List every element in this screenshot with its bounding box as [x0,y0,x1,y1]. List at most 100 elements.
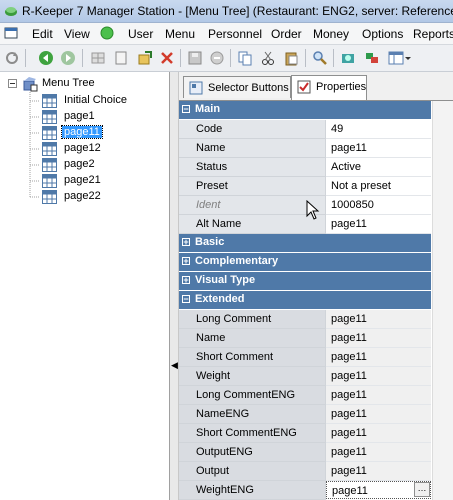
toolbar-separator [230,49,231,67]
property-row[interactable]: Alt Name page11 [179,215,431,234]
property-value[interactable]: Active [331,161,361,173]
tree-item-page12[interactable]: page12 [42,141,162,157]
cut-icon[interactable] [260,50,276,66]
property-value[interactable]: page11 [331,142,367,154]
property-row[interactable]: NameENG page11 [179,405,431,424]
property-name: Name [196,142,226,154]
tree-item-label: Initial Choice [64,94,127,106]
property-name: Preset [196,180,228,192]
tab-label: Properties [316,81,367,93]
category-basic[interactable]: + Basic [179,234,431,252]
expand-icon[interactable]: + [182,275,190,285]
property-value[interactable]: page11 [331,218,367,230]
cancel-icon[interactable] [209,50,225,66]
property-value[interactable]: Not a preset [331,180,391,192]
back-icon[interactable] [38,50,54,66]
property-value[interactable]: page11 [331,389,367,401]
menu-menu[interactable]: Menu [165,27,195,41]
category-complementary[interactable]: + Complementary [179,253,431,271]
property-row[interactable]: Name page11 [179,139,431,158]
property-row[interactable]: Long CommentENG page11 [179,386,431,405]
property-value[interactable]: page11 [331,446,367,458]
property-name: Code [196,123,223,135]
delete-icon[interactable] [159,50,175,66]
tree-item-initial-choice[interactable]: Initial Choice [42,93,162,109]
property-row[interactable]: OutputENG page11 [179,443,431,462]
dropdown-arrow-icon[interactable] [404,50,412,66]
menu-options[interactable]: Options [362,27,403,41]
property-value[interactable]: page11 [331,370,367,382]
forward-icon[interactable] [60,50,76,66]
property-name: NameENG [196,408,250,420]
property-value[interactable]: page11 [331,332,367,344]
status-green-icon[interactable] [100,26,114,40]
tree-item-page22[interactable]: page22 [42,189,162,205]
tree-item-page2[interactable]: page2 [42,157,162,173]
property-value[interactable]: page11 [332,485,368,497]
selector-buttons-icon [189,81,203,95]
menu-personnel[interactable]: Personnel [208,27,262,41]
tree-item-label: page22 [64,190,101,202]
toolbar-separator [180,49,181,67]
menu-user[interactable]: User [128,27,153,41]
tree-item-page1[interactable]: page1 [42,109,162,125]
tree-item-page11[interactable]: page11 [42,125,162,141]
menu-money[interactable]: Money [313,27,349,41]
refresh-icon[interactable] [4,50,20,66]
window-title: R-Keeper 7 Manager Station - [Menu Tree]… [22,4,453,18]
property-row[interactable]: Short Comment page11 [179,348,431,367]
paste-icon[interactable] [283,50,299,66]
tree-item-page21[interactable]: page21 [42,173,162,189]
tree-item-label-selected: page11 [61,125,103,139]
tools-icon[interactable] [340,50,356,66]
menu-reports[interactable]: Reports [413,27,453,41]
tab-properties[interactable]: Properties [291,75,367,100]
property-row[interactable]: Output page11 [179,462,431,481]
ellipsis-button[interactable]: … [414,482,430,497]
property-row[interactable]: Short CommentENG page11 [179,424,431,443]
expand-icon[interactable]: + [182,256,190,266]
edit-icon[interactable] [137,50,153,66]
property-name: Output [196,465,230,477]
property-value: 1000850 [331,199,374,211]
collapse-left-icon[interactable]: ◀ [171,360,178,371]
property-name: Short CommentENG [196,427,297,439]
mdi-child-icon[interactable] [4,26,18,40]
transfer-icon[interactable] [364,50,380,66]
layout-icon[interactable] [388,50,404,66]
property-value[interactable]: page11 [331,351,367,363]
category-main[interactable]: − Main [179,101,431,119]
properties-icon [297,80,311,94]
collapse-icon[interactable]: − [182,294,190,304]
pane-splitter[interactable]: ◀ [170,72,179,500]
collapse-icon[interactable]: − [182,104,190,114]
menu-order[interactable]: Order [271,27,302,41]
copy-icon[interactable] [237,50,253,66]
property-row[interactable]: Preset Not a preset [179,177,431,196]
property-value[interactable]: page11 [331,313,367,325]
property-name: Ident [196,199,221,211]
new-icon[interactable] [113,50,129,66]
grid-icon[interactable] [90,50,106,66]
vertical-scrollbar[interactable] [432,101,453,500]
menu-edit[interactable]: Edit [32,27,53,41]
menu-view[interactable]: View [64,27,90,41]
property-row[interactable]: Code 49 [179,120,431,139]
property-row[interactable]: Weight page11 [179,367,431,386]
property-row-active[interactable]: WeightENG page11 … [179,481,431,500]
title-bar: R-Keeper 7 Manager Station - [Menu Tree]… [0,0,453,23]
tab-selector-buttons[interactable]: Selector Buttons [183,76,291,98]
property-row[interactable]: Long Comment page11 [179,310,431,329]
category-visual-type[interactable]: + Visual Type [179,272,431,290]
find-icon[interactable] [312,50,328,66]
property-row[interactable]: Name page11 [179,329,431,348]
expand-icon[interactable]: + [182,237,190,247]
save-icon[interactable] [187,50,203,66]
category-extended[interactable]: − Extended [179,291,431,309]
property-value[interactable]: page11 [331,465,367,477]
property-value[interactable]: page11 [331,408,367,420]
property-value[interactable]: page11 [331,427,367,439]
property-row[interactable]: Status Active [179,158,431,177]
property-name: Short Comment [196,351,274,363]
property-value[interactable]: 49 [331,123,343,135]
